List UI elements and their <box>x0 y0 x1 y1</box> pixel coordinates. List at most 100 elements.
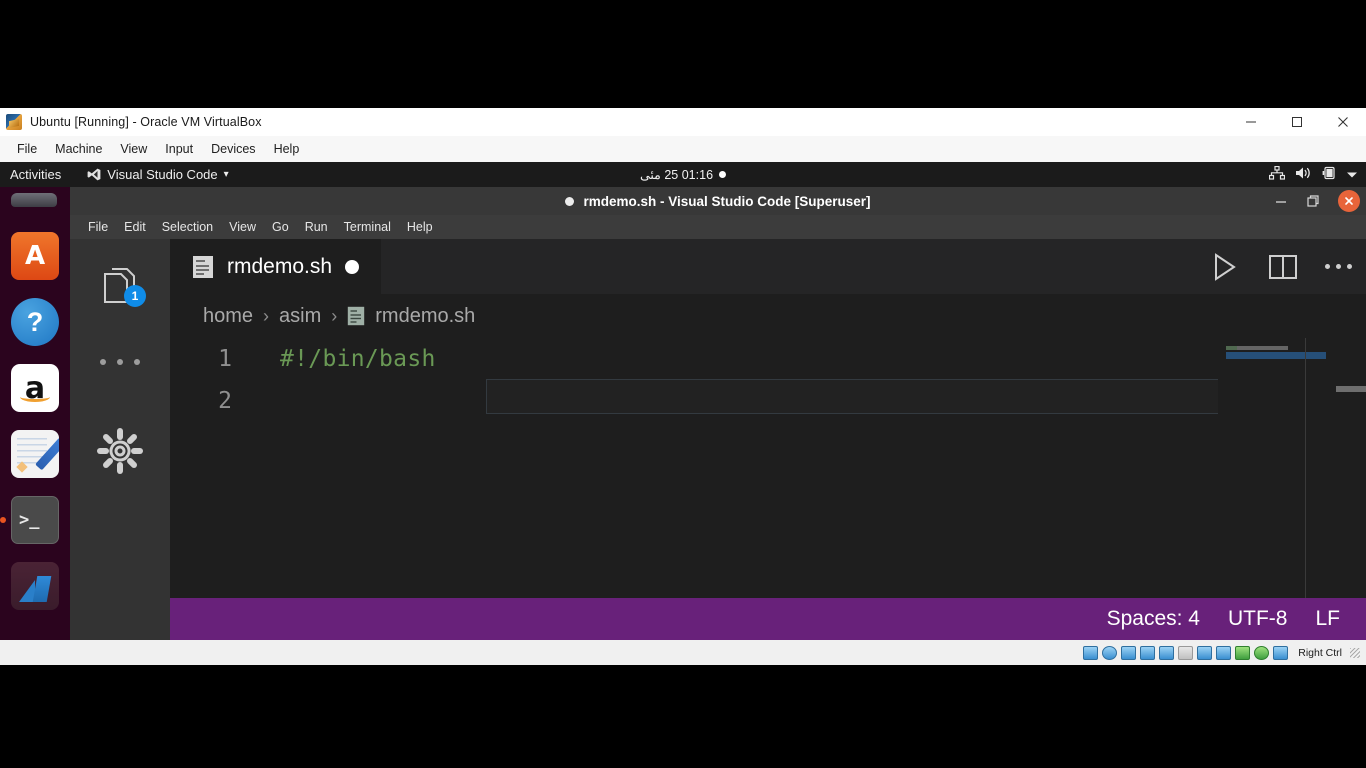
vscode-restore-button[interactable] <box>1306 194 1320 208</box>
dock-item-help[interactable]: ? <box>11 298 59 346</box>
dock-item-amazon[interactable]: a <box>11 364 59 412</box>
mouse-icon[interactable] <box>1235 645 1251 660</box>
dock-item-vscode[interactable] <box>11 562 59 610</box>
show-applications-button[interactable] <box>15 628 55 640</box>
dock-item-text-editor[interactable] <box>11 430 59 478</box>
clock[interactable]: 01:16 25 مئى <box>639 167 727 182</box>
line-content[interactable]: #!/bin/bash <box>250 338 436 380</box>
recording-icon[interactable] <box>1216 645 1232 660</box>
guest-additions-icon[interactable] <box>1273 645 1289 660</box>
vscode-menu-help[interactable]: Help <box>399 217 441 237</box>
keyboard-icon[interactable] <box>1254 645 1270 660</box>
tab-dirty-indicator[interactable] <box>345 259 360 274</box>
menu-devices[interactable]: Devices <box>202 140 264 159</box>
app-menu[interactable]: Visual Studio Code ▾ <box>87 167 229 182</box>
vscode-editor-group: rmdemo.sh home › asim › rmdemo.sh 1 #!/b… <box>170 239 1366 640</box>
minimap-current-line <box>1226 352 1326 359</box>
menu-file[interactable]: File <box>8 140 46 159</box>
vscode-menu-edit[interactable]: Edit <box>116 217 154 237</box>
more-actions-icon <box>1336 264 1341 269</box>
ubuntu-guest-screen: Activities Visual Studio Code ▾ 01:16 25… <box>0 162 1366 640</box>
menu-input[interactable]: Input <box>156 140 202 159</box>
vscode-menu-selection[interactable]: Selection <box>154 217 221 237</box>
display-icon[interactable] <box>1197 645 1213 660</box>
line-number: 2 <box>218 388 232 414</box>
resize-grip-icon[interactable] <box>1350 647 1360 658</box>
code-line: 1 #!/bin/bash <box>170 338 1366 380</box>
optical-disk-icon[interactable] <box>1102 645 1118 660</box>
dock-item-terminal[interactable]: >_ <box>0 496 59 544</box>
status-encoding[interactable]: UTF-8 <box>1228 607 1288 631</box>
minimize-button[interactable] <box>1228 108 1274 136</box>
virtualbox-icon <box>6 114 22 130</box>
status-indentation[interactable]: Spaces: 4 <box>1107 607 1200 631</box>
menu-help[interactable]: Help <box>265 140 309 159</box>
code-editor[interactable]: 1 #!/bin/bash 2 <box>170 338 1366 598</box>
usb-icon[interactable] <box>1159 645 1175 660</box>
vscode-menubar: File Edit Selection View Go Run Terminal… <box>70 215 1366 239</box>
hard-disk-icon[interactable] <box>1083 645 1099 660</box>
breadcrumb: home › asim › rmdemo.sh <box>170 294 1366 338</box>
shared-folder-icon[interactable] <box>1178 645 1194 660</box>
split-editor-icon <box>1269 254 1297 279</box>
maximize-button[interactable] <box>1274 108 1320 136</box>
more-views-icon <box>117 359 123 365</box>
run-code-button[interactable] <box>1207 250 1241 284</box>
files-icon <box>11 193 57 207</box>
virtualbox-window-controls <box>1228 108 1366 136</box>
shell-file-icon <box>192 255 214 279</box>
breadcrumb-asim[interactable]: asim <box>279 305 321 328</box>
floppy-icon[interactable] <box>1121 645 1137 660</box>
line-number: 1 <box>218 346 232 372</box>
vscode-menu-file[interactable]: File <box>80 217 116 237</box>
vscode-menu-go[interactable]: Go <box>264 217 297 237</box>
virtualbox-titlebar: Ubuntu [Running] - Oracle VM VirtualBox <box>0 108 1366 136</box>
network-icon[interactable] <box>1140 645 1156 660</box>
virtualbox-title: Ubuntu [Running] - Oracle VM VirtualBox <box>30 115 262 129</box>
more-actions-button[interactable] <box>1325 264 1352 269</box>
clock-label: 01:16 25 مئى <box>639 168 714 182</box>
network-icon <box>1268 165 1286 183</box>
activities-button[interactable]: Activities <box>0 167 71 182</box>
shell-file-icon <box>347 306 365 326</box>
more-views-icon <box>134 359 140 365</box>
breadcrumb-separator: › <box>263 305 270 326</box>
vscode-menu-run[interactable]: Run <box>297 217 336 237</box>
menu-machine[interactable]: Machine <box>46 140 111 159</box>
gnome-top-bar: Activities Visual Studio Code ▾ 01:16 25… <box>0 162 1366 187</box>
vscode-title-label: rmdemo.sh - Visual Studio Code [Superuse… <box>583 193 871 209</box>
activitybar-explorer[interactable]: 1 <box>70 255 170 319</box>
breadcrumb-home[interactable]: home <box>203 305 253 328</box>
app-menu-label: Visual Studio Code <box>107 167 218 182</box>
explorer-badge: 1 <box>124 285 146 307</box>
menu-view[interactable]: View <box>111 140 156 159</box>
vscode-body: 1 rmdemo.sh home › asim › rmdemo.sh 1 #!… <box>70 239 1366 640</box>
run-code-icon <box>1215 252 1236 281</box>
gear-icon <box>97 428 143 474</box>
vscode-menu-terminal[interactable]: Terminal <box>336 217 399 237</box>
vscode-window: rmdemo.sh - Visual Studio Code [Superuse… <box>70 187 1366 640</box>
close-button[interactable] <box>1320 108 1366 136</box>
split-editor-button[interactable] <box>1267 251 1299 283</box>
battery-icon <box>1322 166 1336 183</box>
vscode-status-bar: Spaces: 4 UTF-8 LF <box>170 598 1366 640</box>
activitybar-manage-settings[interactable] <box>94 425 146 482</box>
tab-rmdemo-sh[interactable]: rmdemo.sh <box>170 239 382 294</box>
dock-item-software-center[interactable]: A <box>11 232 59 280</box>
scrollbar-thumb[interactable] <box>1336 386 1366 392</box>
black-letterbox-bottom <box>0 665 1366 768</box>
vscode-close-button[interactable] <box>1338 190 1360 212</box>
activitybar-more-views[interactable] <box>100 359 140 365</box>
vscode-menu-view[interactable]: View <box>221 217 264 237</box>
screenshot-root: Ubuntu [Running] - Oracle VM VirtualBox … <box>0 0 1366 768</box>
dock-item-files[interactable] <box>11 193 59 209</box>
vscode-minimize-button[interactable] <box>1274 194 1288 208</box>
system-tray[interactable] <box>1268 165 1358 183</box>
breadcrumb-file[interactable]: rmdemo.sh <box>375 305 475 328</box>
minimap[interactable] <box>1218 338 1336 598</box>
vscode-icon <box>87 168 101 181</box>
status-eol[interactable]: LF <box>1315 607 1340 631</box>
unsaved-dot-icon <box>565 196 575 206</box>
editor-scrollbar[interactable] <box>1336 338 1366 598</box>
vscode-icon-part <box>32 576 52 602</box>
